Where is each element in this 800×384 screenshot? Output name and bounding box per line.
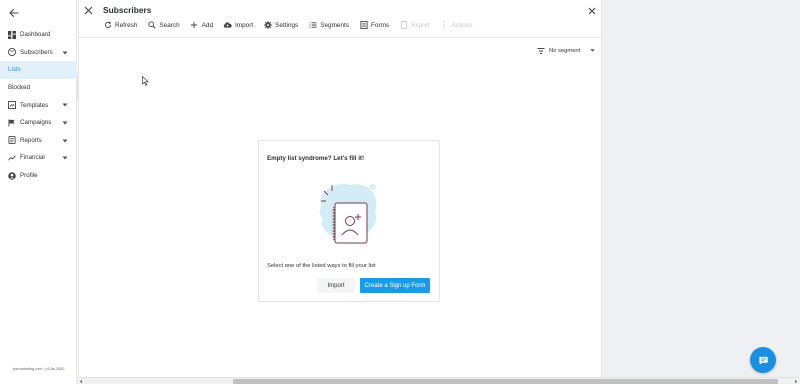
sidebar-item-label: Blocked (8, 84, 31, 92)
segments-button[interactable]: Segments (308, 21, 349, 30)
actions-label: Actions (451, 21, 473, 29)
empty-list-illustration (319, 184, 377, 244)
scroll-right-icon[interactable] (794, 379, 798, 384)
search-button[interactable]: Search (147, 21, 180, 30)
search-icon (147, 21, 156, 30)
sidebar-item-profile[interactable]: Profile (0, 167, 77, 185)
subscribers-icon (7, 48, 16, 57)
subscribers-panel: Subscribers Refresh Search Add Import Se… (78, 0, 603, 384)
refresh-label: Refresh (115, 21, 138, 29)
refresh-button[interactable]: Refresh (103, 21, 137, 30)
empty-state-title: Empty list syndrome? Let's fill it! (267, 155, 365, 162)
segment-select-value: No segment (549, 47, 581, 54)
empty-state-text: Select one of the listed ways to fill yo… (267, 263, 376, 269)
sidebar-item-templates[interactable]: Templates (0, 96, 77, 114)
close-icon[interactable] (587, 6, 597, 16)
toolbar: Refresh Search Add Import Settings Segme… (103, 19, 483, 31)
sidebar-item-reports[interactable]: Reports (0, 132, 77, 150)
gear-icon (263, 21, 272, 30)
sidebar-item-dashboard[interactable]: Dashboard (0, 26, 77, 44)
create-signup-form-button[interactable]: Create a Sign up Form (360, 278, 430, 293)
sidebar-item-label: Profile (20, 172, 38, 180)
sidebar-item-subscribers[interactable]: Subscribers (0, 44, 77, 62)
mouse-cursor-icon (142, 76, 149, 86)
settings-label: Settings (275, 21, 299, 29)
search-label: Search (159, 21, 180, 29)
export-label: Export (411, 21, 430, 29)
import-label: Import (235, 21, 254, 29)
sidebar-item-lists[interactable]: Lists (0, 61, 77, 79)
empty-state-card: Empty list syndrome? Let's fill it! Sele… (258, 140, 440, 302)
add-button[interactable]: Add (190, 21, 213, 30)
horizontal-scrollbar[interactable] (77, 377, 800, 384)
cloud-upload-icon (223, 21, 232, 30)
panel-header: Subscribers Refresh Search Add Import Se… (79, 0, 603, 38)
campaigns-icon (7, 118, 16, 127)
financial-icon (7, 153, 16, 162)
filter-icon (537, 47, 545, 54)
sidebar-item-label: Campaigns (20, 119, 52, 127)
import-button[interactable]: Import (223, 21, 253, 30)
templates-icon (7, 101, 16, 110)
sidebar-item-label: Financial (20, 154, 45, 162)
sidebar-item-label: Subscribers (20, 48, 53, 56)
chevron-down-icon (62, 103, 68, 107)
scrollbar-thumb[interactable] (233, 379, 778, 384)
sidebar-nav: Dashboard Subscribers Lists Blocked Temp… (0, 26, 77, 184)
chat-icon (758, 356, 768, 365)
more-vertical-icon (440, 21, 449, 30)
sidebar-item-label: Reports (20, 136, 42, 144)
chevron-down-icon (590, 49, 595, 52)
form-icon (359, 21, 368, 30)
sidebar-item-label: Templates (20, 101, 49, 109)
close-icon[interactable] (83, 5, 94, 16)
page-title: Subscribers (103, 5, 152, 15)
refresh-icon (103, 21, 112, 30)
list-icon (308, 21, 317, 30)
profile-icon (7, 171, 16, 180)
version-text: ipzmarketing.com | v3.8a.2050 (12, 367, 65, 371)
chevron-down-icon (62, 139, 68, 143)
chevron-down-icon (62, 51, 68, 55)
sidebar-item-label: Lists (8, 66, 21, 74)
reports-icon (7, 136, 16, 145)
dashboard-icon (7, 30, 16, 39)
export-icon (399, 21, 408, 30)
sidebar: Dashboard Subscribers Lists Blocked Temp… (0, 0, 77, 384)
sidebar-item-blocked[interactable]: Blocked (0, 79, 77, 97)
import-button[interactable]: Import (317, 278, 355, 293)
chat-button[interactable] (750, 347, 776, 373)
back-arrow-icon[interactable] (8, 7, 20, 19)
chevron-down-icon (62, 156, 68, 160)
actions-button[interactable]: Actions (440, 21, 473, 30)
sidebar-item-label: Dashboard (20, 31, 51, 39)
forms-label: Forms (371, 21, 390, 29)
sidebar-item-campaigns[interactable]: Campaigns (0, 114, 77, 132)
export-button[interactable]: Export (399, 21, 430, 30)
scroll-left-icon[interactable] (79, 379, 83, 384)
segment-select[interactable]: No segment (537, 44, 595, 57)
settings-button[interactable]: Settings (263, 21, 298, 30)
plus-icon (190, 21, 199, 30)
segments-label: Segments (320, 21, 350, 29)
sidebar-item-financial[interactable]: Financial (0, 149, 77, 167)
add-label: Add (201, 21, 214, 29)
forms-button[interactable]: Forms (359, 21, 389, 30)
chevron-down-icon (62, 121, 68, 125)
